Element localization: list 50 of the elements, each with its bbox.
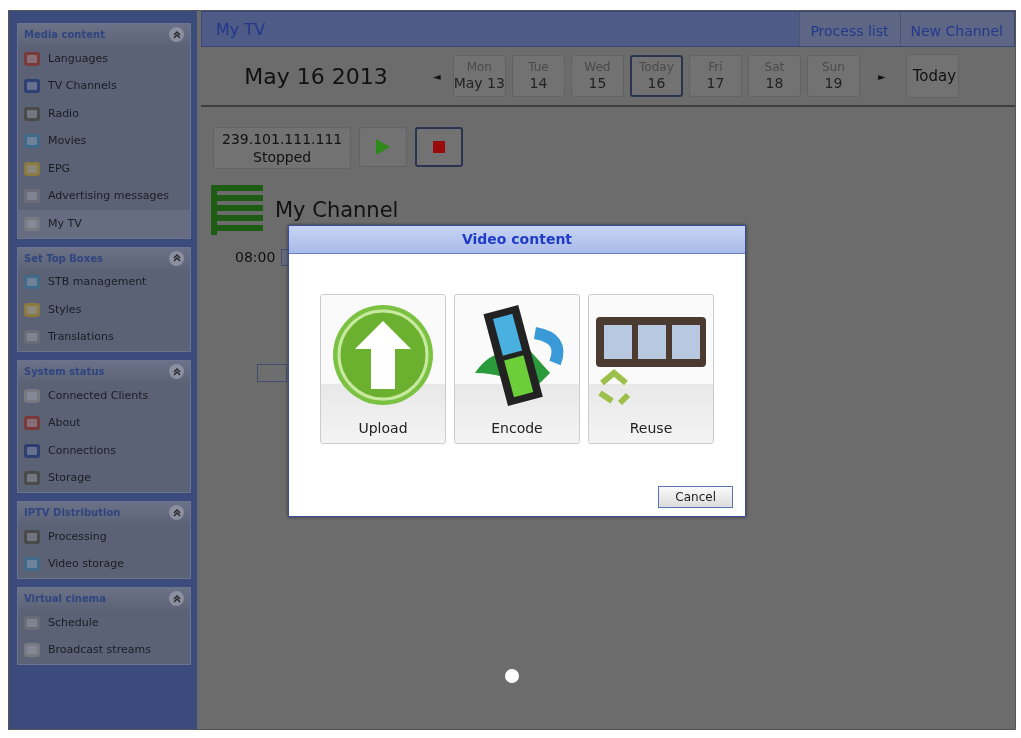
stream-status-button[interactable]: 239.101.111.111 Stopped xyxy=(213,127,352,170)
sidebar-item[interactable]: Movies xyxy=(18,127,190,155)
program-block xyxy=(257,364,287,383)
collapse-toggle[interactable] xyxy=(169,591,184,606)
header-action[interactable]: Process list xyxy=(799,12,900,46)
sidebar-item[interactable]: Video storage xyxy=(18,550,190,578)
stop-icon xyxy=(432,140,447,154)
collapse-toggle[interactable] xyxy=(169,250,184,266)
sidebar-item[interactable]: Storage xyxy=(18,464,190,492)
today-button[interactable]: Today xyxy=(905,54,959,98)
section-title: Virtual cinema xyxy=(24,592,106,606)
dialog-title: Video content xyxy=(289,226,745,254)
stop-button[interactable] xyxy=(415,127,464,167)
current-date: May 16 2013 xyxy=(243,62,389,91)
chevron-icon xyxy=(171,366,182,377)
chevron-icon xyxy=(171,253,182,263)
sidebar-item[interactable]: EPG xyxy=(18,155,190,183)
previous-week-button[interactable]: ◄ xyxy=(421,68,453,84)
sidebar-item[interactable]: Schedule xyxy=(18,609,190,637)
sidebar-item[interactable]: Advertising messages xyxy=(18,182,190,210)
chevron-icon xyxy=(171,29,182,40)
collapse-toggle[interactable] xyxy=(169,505,184,520)
sidebar-item[interactable]: Translations xyxy=(18,323,190,351)
sidebar-item[interactable]: STB management xyxy=(18,268,190,296)
sidebar-item[interactable]: Styles xyxy=(18,296,190,324)
sidebar-item[interactable]: Broadcast streams xyxy=(18,636,190,664)
cancel-button[interactable]: Cancel xyxy=(658,486,733,508)
header-action[interactable]: New Channel xyxy=(899,12,1014,46)
sidebar-item[interactable]: TV Channels xyxy=(18,72,190,100)
sidebar-item[interactable]: Languages xyxy=(18,45,190,73)
channel-name: My Channel xyxy=(275,196,399,224)
channel-logo-icon xyxy=(211,185,263,236)
content-option-button[interactable]: Upload xyxy=(320,294,446,444)
section-title: Set Top Boxes xyxy=(24,251,103,266)
collapse-toggle[interactable] xyxy=(169,27,184,42)
sidebar-item[interactable]: Radio xyxy=(18,100,190,128)
chevron-icon xyxy=(171,593,182,604)
chevron-icon xyxy=(171,507,182,518)
sidebar-item[interactable]: Connections xyxy=(18,437,190,465)
sidebar-item[interactable]: About xyxy=(18,409,190,437)
sidebar-item[interactable]: Processing xyxy=(18,523,190,551)
section-title: IPTV Distribution xyxy=(24,506,121,520)
sidebar-item[interactable]: Connected Clients xyxy=(18,382,190,410)
program-time: 08:00 xyxy=(235,248,276,268)
loading-indicator xyxy=(505,669,519,683)
content-option-button[interactable]: Encode xyxy=(454,294,580,444)
next-week-button[interactable]: ► xyxy=(865,68,898,84)
collapse-toggle[interactable] xyxy=(169,364,184,379)
content-option-button[interactable]: Reuse xyxy=(588,294,714,444)
sidebar-item[interactable]: My TV xyxy=(18,210,190,238)
